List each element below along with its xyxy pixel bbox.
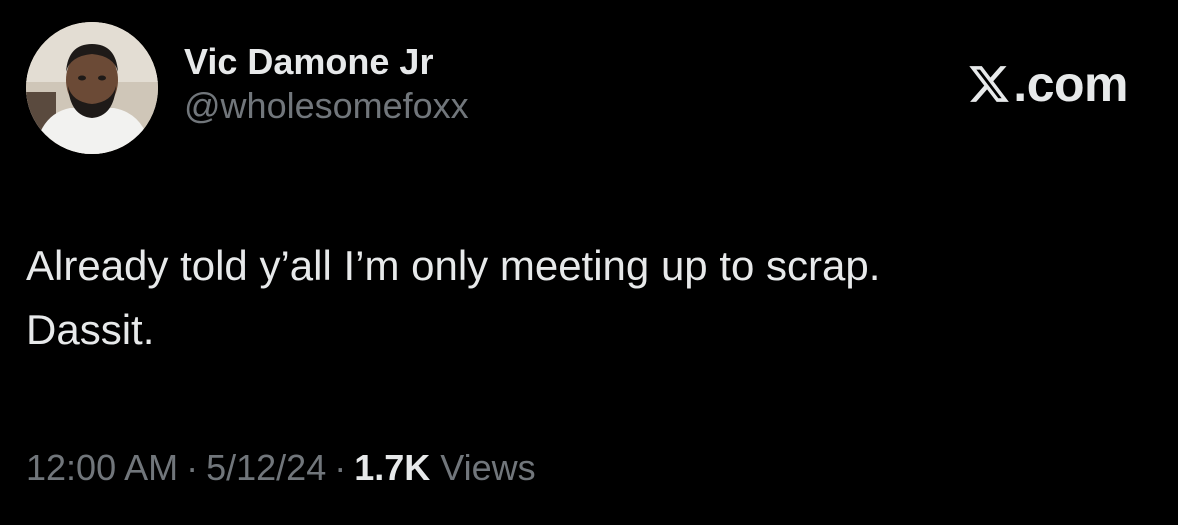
display-name[interactable]: Vic Damone Jr: [184, 40, 469, 84]
user-handle[interactable]: @wholesomefoxx: [184, 84, 469, 128]
meta-separator: ·: [186, 447, 199, 488]
profile-photo-icon: [26, 22, 158, 154]
tweet-meta: 12:00 AM · 5/12/24 · 1.7K Views: [26, 446, 536, 490]
tweet-text-line: Dassit.: [26, 306, 155, 353]
x-logo-icon: [969, 66, 1010, 102]
tweet-time[interactable]: 12:00 AM: [26, 447, 178, 488]
views-count[interactable]: 1.7K: [354, 447, 430, 488]
views-label: Views: [440, 447, 536, 488]
tweet-card: Vic Damone Jr @wholesomefoxx .com Alread…: [0, 0, 1178, 525]
avatar[interactable]: [26, 22, 158, 154]
tweet-text-line: Already told y’all I’m only meeting up t…: [26, 242, 881, 289]
author-block: Vic Damone Jr @wholesomefoxx: [184, 40, 469, 128]
tweet-text: Already told y’all I’m only meeting up t…: [26, 234, 1146, 362]
brand-domain-suffix: .com: [1013, 56, 1128, 112]
meta-separator: ·: [334, 447, 347, 488]
brand-logo: .com: [967, 56, 1128, 112]
tweet-date[interactable]: 5/12/24: [206, 447, 326, 488]
